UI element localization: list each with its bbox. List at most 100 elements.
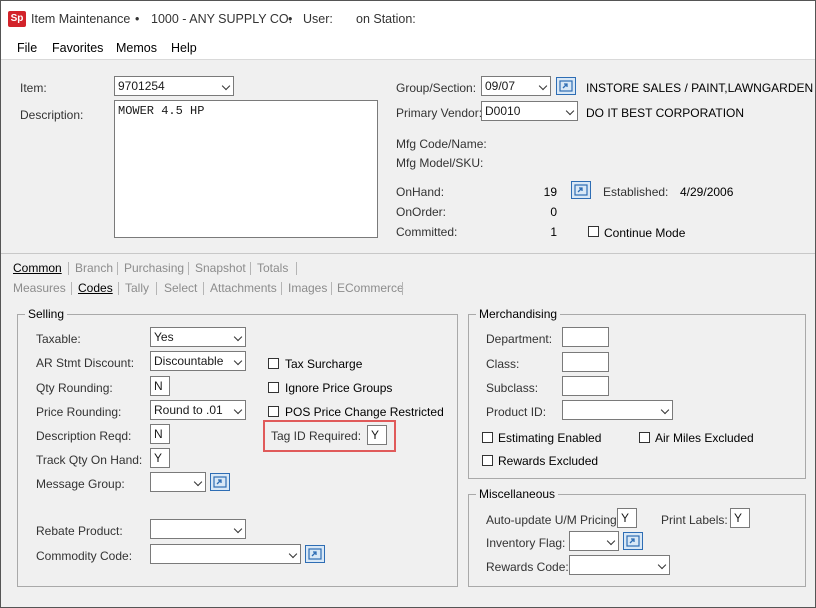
tab-separator: [188, 262, 189, 275]
track-qty-input[interactable]: Y: [150, 448, 170, 468]
menu-favorites[interactable]: Favorites: [52, 41, 103, 55]
established-date: 4/29/2006: [680, 185, 734, 199]
tab-tally[interactable]: Tally: [125, 281, 149, 295]
tab-measures[interactable]: Measures: [13, 281, 66, 295]
window-title: Item Maintenance: [31, 12, 131, 26]
group-lookup-button[interactable]: [556, 77, 576, 95]
tab-separator: [250, 262, 251, 275]
subclass-label: Subclass:: [486, 381, 539, 395]
print-labels-label: Print Labels:: [661, 513, 728, 527]
price-rounding-combo[interactable]: Round to .01: [150, 400, 246, 420]
item-number-combo[interactable]: 9701254: [114, 76, 234, 96]
lookup-arrow-icon: [559, 80, 573, 92]
tab-totals[interactable]: Totals: [257, 261, 288, 275]
committed-label: Committed:: [396, 225, 458, 239]
taxable-combo[interactable]: Yes: [150, 327, 246, 347]
description-reqd-input[interactable]: N: [150, 424, 170, 444]
description-textarea[interactable]: MOWER 4.5 HP: [114, 100, 378, 238]
rewards-excluded-label: Rewards Excluded: [498, 454, 599, 468]
chevron-down-icon: [193, 477, 203, 487]
subclass-input[interactable]: [562, 376, 609, 396]
chevron-down-icon: [565, 106, 575, 116]
pos-price-change-label: POS Price Change Restricted: [285, 405, 444, 419]
tab-codes[interactable]: Codes: [78, 281, 113, 295]
lookup-arrow-icon: [626, 535, 640, 547]
continue-mode-checkbox[interactable]: [588, 226, 599, 237]
ar-stmt-discount-label: AR Stmt Discount:: [36, 356, 135, 370]
onorder-label: OnOrder:: [396, 205, 447, 219]
print-labels-input[interactable]: Y: [730, 508, 750, 528]
commodity-code-lookup-button[interactable]: [305, 545, 325, 563]
ar-stmt-discount-combo[interactable]: Discountable: [150, 351, 246, 371]
price-rounding-label: Price Rounding:: [36, 405, 122, 419]
tab-branch[interactable]: Branch: [75, 261, 113, 275]
air-miles-excluded-checkbox[interactable]: [639, 432, 650, 443]
commodity-code-label: Commodity Code:: [36, 549, 133, 563]
onhand-label: OnHand:: [396, 185, 445, 199]
tax-surcharge-checkbox[interactable]: [268, 358, 279, 369]
message-group-combo[interactable]: [150, 472, 206, 492]
track-qty-label: Track Qty On Hand:: [36, 453, 143, 467]
menu-file[interactable]: File: [17, 41, 37, 55]
inventory-flag-combo[interactable]: [569, 531, 619, 551]
rewards-excluded-checkbox[interactable]: [482, 455, 493, 466]
chevron-down-icon: [288, 549, 298, 559]
selling-legend: Selling: [25, 307, 68, 321]
group-section-value: 09/07: [485, 79, 516, 93]
menu-help[interactable]: Help: [171, 41, 197, 55]
chevron-down-icon: [233, 405, 243, 415]
inventory-flag-label: Inventory Flag:: [486, 536, 566, 550]
qty-rounding-input[interactable]: N: [150, 376, 170, 396]
tag-id-required-input[interactable]: Y: [367, 425, 387, 445]
group-section-description: INSTORE SALES / PAINT,LAWNGARDEN: [586, 81, 814, 95]
tab-separator: [71, 282, 72, 295]
taxable-label: Taxable:: [36, 332, 81, 346]
mfg-code-label: Mfg Code/Name:: [396, 137, 487, 151]
company-name: 1000 - ANY SUPPLY CO.: [151, 12, 293, 26]
chevron-down-icon: [233, 356, 243, 366]
menu-memos[interactable]: Memos: [116, 41, 157, 55]
committed-value: 1: [550, 225, 557, 239]
tab-purchasing[interactable]: Purchasing: [124, 261, 184, 275]
commodity-code-combo[interactable]: [150, 544, 301, 564]
lookup-arrow-icon: [308, 548, 322, 560]
inventory-flag-lookup-button[interactable]: [623, 532, 643, 550]
department-input[interactable]: [562, 327, 609, 347]
class-input[interactable]: [562, 352, 609, 372]
onhand-lookup-button[interactable]: [571, 181, 591, 199]
tab-ecommerce[interactable]: ECommerce: [337, 281, 404, 295]
rewards-code-combo[interactable]: [569, 555, 670, 575]
tab-select[interactable]: Select: [164, 281, 197, 295]
tab-images[interactable]: Images: [288, 281, 327, 295]
chevron-down-icon: [660, 405, 670, 415]
auto-update-um-input[interactable]: Y: [617, 508, 637, 528]
pos-price-change-checkbox[interactable]: [268, 406, 279, 417]
group-section-combo[interactable]: 09/07: [481, 76, 551, 96]
product-id-label: Product ID:: [486, 405, 547, 419]
group-section-label: Group/Section:: [396, 81, 477, 95]
section-divider: [1, 253, 815, 254]
tab-separator: [156, 282, 157, 295]
primary-vendor-combo[interactable]: D0010: [481, 101, 578, 121]
estimating-enabled-label: Estimating Enabled: [498, 431, 602, 445]
estimating-enabled-checkbox[interactable]: [482, 432, 493, 443]
qty-rounding-label: Qty Rounding:: [36, 381, 113, 395]
tab-attachments[interactable]: Attachments: [210, 281, 277, 295]
rebate-product-label: Rebate Product:: [36, 524, 123, 538]
message-group-lookup-button[interactable]: [210, 473, 230, 491]
tab-snapshot[interactable]: Snapshot: [195, 261, 246, 275]
tab-separator: [68, 262, 69, 275]
ignore-price-groups-checkbox[interactable]: [268, 382, 279, 393]
tab-common[interactable]: Common: [13, 261, 62, 275]
chevron-down-icon: [606, 536, 616, 546]
rebate-product-combo[interactable]: [150, 519, 246, 539]
chevron-down-icon: [233, 524, 243, 534]
chevron-down-icon: [221, 81, 231, 91]
product-id-combo[interactable]: [562, 400, 673, 420]
chevron-down-icon: [538, 81, 548, 91]
rewards-code-label: Rewards Code:: [486, 560, 569, 574]
description-reqd-label: Description Reqd:: [36, 429, 132, 443]
air-miles-excluded-label: Air Miles Excluded: [655, 431, 754, 445]
title-bullet: •: [288, 12, 293, 26]
ignore-price-groups-label: Ignore Price Groups: [285, 381, 393, 395]
